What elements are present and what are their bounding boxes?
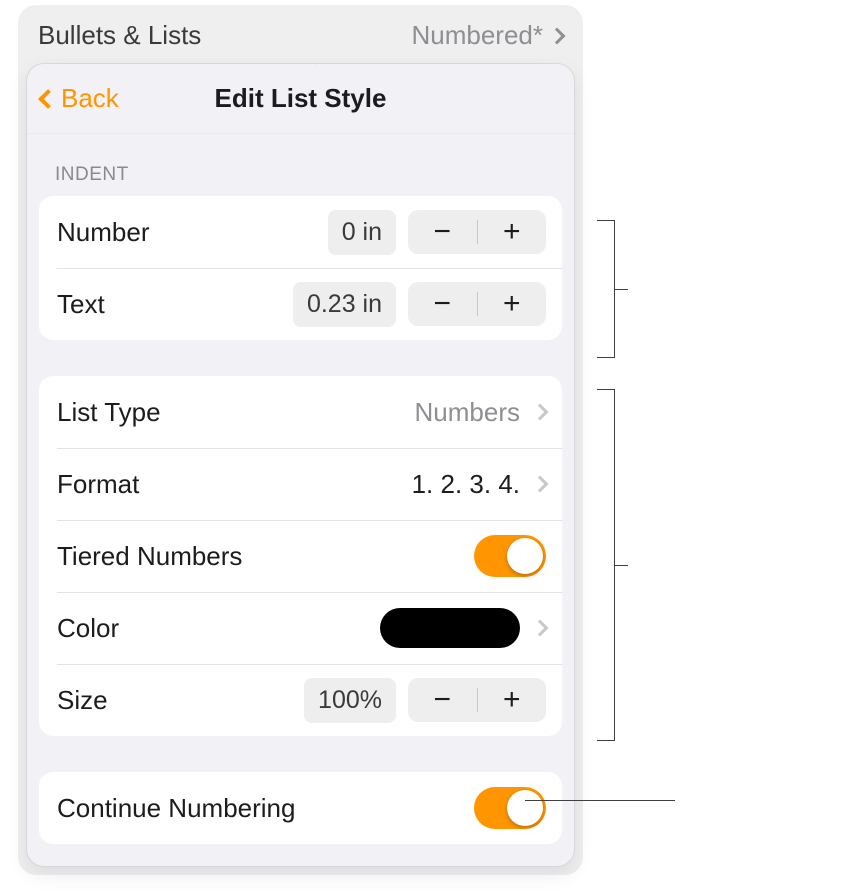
list-type-row[interactable]: List Type Numbers bbox=[39, 376, 562, 448]
popover-title: Edit List Style bbox=[215, 83, 387, 114]
bullets-lists-row[interactable]: Bullets & Lists Numbered* bbox=[18, 5, 583, 60]
indent-number-value: 0 in bbox=[328, 210, 396, 255]
indent-section-header: INDENT bbox=[27, 134, 574, 196]
chevron-right-icon bbox=[532, 404, 549, 421]
size-label: Size bbox=[57, 685, 304, 716]
toggle-knob bbox=[507, 538, 543, 574]
tiered-numbers-label: Tiered Numbers bbox=[57, 541, 474, 572]
popover-header: Back Edit List Style bbox=[27, 64, 574, 134]
size-decrease-button[interactable]: − bbox=[408, 678, 477, 722]
color-label: Color bbox=[57, 613, 380, 644]
format-value: 1. 2. 3. 4. bbox=[412, 469, 520, 500]
format-row[interactable]: Format 1. 2. 3. 4. bbox=[39, 448, 562, 520]
continue-group: Continue Numbering bbox=[39, 772, 562, 844]
callout-bracket bbox=[597, 389, 615, 741]
indent-text-row: Text 0.23 in − + bbox=[39, 268, 562, 340]
indent-number-label: Number bbox=[57, 217, 328, 248]
indent-group: Number 0 in − + Text 0.23 in − + bbox=[39, 196, 562, 340]
indent-text-stepper: − + bbox=[408, 282, 546, 326]
indent-number-row: Number 0 in − + bbox=[39, 196, 562, 268]
tiered-numbers-row: Tiered Numbers bbox=[39, 520, 562, 592]
chevron-right-icon bbox=[532, 620, 549, 637]
callout-leadline bbox=[525, 800, 675, 801]
indent-text-value: 0.23 in bbox=[293, 282, 396, 327]
indent-number-increase-button[interactable]: + bbox=[478, 210, 547, 254]
back-label: Back bbox=[61, 83, 119, 114]
indent-text-increase-button[interactable]: + bbox=[478, 282, 547, 326]
list-type-label: List Type bbox=[57, 397, 415, 428]
indent-text-label: Text bbox=[57, 289, 293, 320]
callout-bracket bbox=[597, 220, 615, 358]
continue-numbering-toggle[interactable] bbox=[474, 787, 546, 829]
continue-numbering-row: Continue Numbering bbox=[39, 772, 562, 844]
size-value: 100% bbox=[304, 678, 396, 723]
indent-number-stepper: − + bbox=[408, 210, 546, 254]
chevron-left-icon bbox=[38, 89, 58, 109]
color-row[interactable]: Color bbox=[39, 592, 562, 664]
indent-number-decrease-button[interactable]: − bbox=[408, 210, 477, 254]
size-row: Size 100% − + bbox=[39, 664, 562, 736]
inspector-panel: Bullets & Lists Numbered* Back Edit List… bbox=[18, 5, 583, 875]
list-type-value: Numbers bbox=[415, 397, 520, 428]
toggle-knob bbox=[507, 790, 543, 826]
size-stepper: − + bbox=[408, 678, 546, 722]
bullets-lists-value: Numbered* bbox=[411, 20, 543, 51]
indent-text-decrease-button[interactable]: − bbox=[408, 282, 477, 326]
format-label: Format bbox=[57, 469, 412, 500]
list-settings-group: List Type Numbers Format 1. 2. 3. 4. Tie… bbox=[39, 376, 562, 736]
continue-numbering-label: Continue Numbering bbox=[57, 793, 474, 824]
chevron-right-icon bbox=[549, 27, 566, 44]
size-increase-button[interactable]: + bbox=[478, 678, 547, 722]
color-swatch bbox=[380, 608, 520, 648]
edit-list-style-popover: Back Edit List Style INDENT Number 0 in … bbox=[26, 63, 575, 867]
bullets-lists-title: Bullets & Lists bbox=[38, 20, 201, 51]
back-button[interactable]: Back bbox=[41, 64, 119, 133]
chevron-right-icon bbox=[532, 476, 549, 493]
tiered-numbers-toggle[interactable] bbox=[474, 535, 546, 577]
